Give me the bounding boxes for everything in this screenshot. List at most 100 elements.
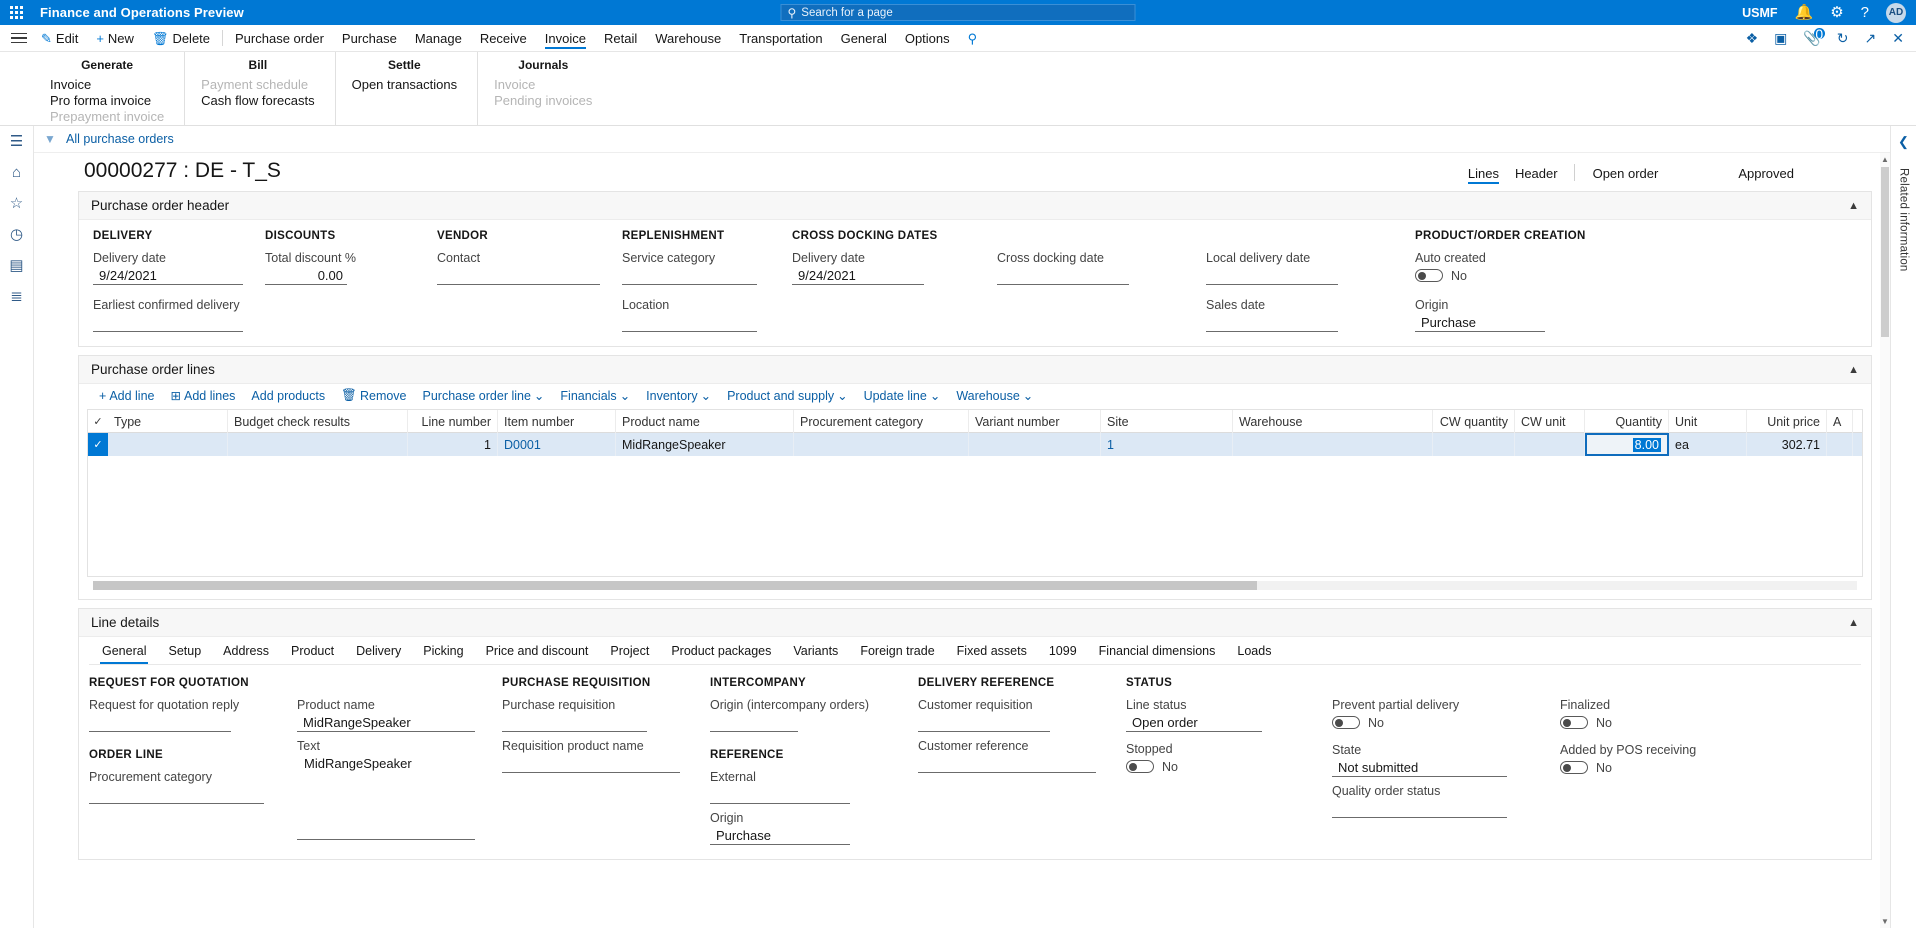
- panel-header[interactable]: Purchase order lines ▲: [79, 356, 1871, 384]
- company-selector[interactable]: USMF: [1742, 6, 1777, 20]
- text-field[interactable]: MidRangeSpeaker: [297, 754, 475, 840]
- column-header-unit-price[interactable]: Unit price: [1747, 410, 1827, 433]
- service-category-field[interactable]: [622, 266, 757, 285]
- inventory-menu[interactable]: Inventory ⌄: [638, 388, 719, 404]
- column-header-warehouse[interactable]: Warehouse: [1233, 410, 1433, 433]
- scroll-down-icon[interactable]: ▼: [1881, 917, 1889, 926]
- added-by-pos-receiving-toggle[interactable]: No: [1560, 758, 1740, 777]
- global-search-input[interactable]: ⚲ Search for a page: [780, 4, 1136, 21]
- purchase-order-line-menu[interactable]: Purchase order line ⌄: [415, 388, 553, 404]
- column-header-unit[interactable]: Unit: [1669, 410, 1747, 433]
- waffle-icon[interactable]: [10, 6, 28, 19]
- action-generate-pro-forma-invoice[interactable]: Pro forma invoice: [50, 93, 164, 109]
- customer-requisition-field[interactable]: [918, 713, 1050, 732]
- line-origin-field[interactable]: Purchase: [710, 826, 850, 845]
- toggle-switch[interactable]: [1560, 761, 1588, 774]
- stopped-toggle[interactable]: No: [1126, 757, 1312, 776]
- cell-procurement-category[interactable]: [794, 433, 969, 456]
- chevron-up-icon[interactable]: ▲: [1848, 200, 1859, 212]
- product-name-field[interactable]: MidRangeSpeaker: [297, 713, 475, 732]
- add-products-button[interactable]: Add products: [243, 389, 333, 403]
- filter-icon[interactable]: ▼: [34, 132, 66, 146]
- nav-workspaces-icon[interactable]: ▤: [9, 258, 23, 273]
- select-all-checkbox[interactable]: ✓: [88, 410, 108, 432]
- origin-field[interactable]: Purchase: [1415, 313, 1545, 332]
- cross-docking-date-field[interactable]: [997, 266, 1129, 285]
- cell-cw-quantity[interactable]: [1433, 433, 1515, 456]
- customer-reference-field[interactable]: [918, 754, 1096, 773]
- share-icon[interactable]: ❖: [1746, 31, 1759, 45]
- panel-header[interactable]: Line details ▲: [79, 609, 1871, 637]
- request-for-quotation-reply-field[interactable]: [89, 713, 231, 732]
- avatar[interactable]: AD: [1886, 2, 1906, 23]
- contact-field[interactable]: [437, 266, 600, 285]
- finalized-toggle[interactable]: No: [1560, 713, 1740, 732]
- tab-product[interactable]: Product: [280, 641, 345, 664]
- purchase-requisition-field[interactable]: [502, 713, 647, 732]
- update-line-menu[interactable]: Update line ⌄: [856, 388, 949, 404]
- tab-delivery[interactable]: Delivery: [345, 641, 412, 664]
- prevent-partial-delivery-toggle[interactable]: No: [1332, 713, 1540, 732]
- column-header-quantity[interactable]: Quantity: [1585, 410, 1669, 433]
- cell-line-number[interactable]: 1: [408, 433, 498, 456]
- cell-a[interactable]: [1827, 433, 1853, 456]
- procurement-category-field[interactable]: [89, 785, 264, 804]
- nav-home-icon[interactable]: ⌂: [12, 165, 21, 180]
- tab-picking[interactable]: Picking: [412, 641, 474, 664]
- hamburger-menu-icon[interactable]: [6, 32, 32, 44]
- notifications-icon[interactable]: 🔔: [1795, 5, 1814, 20]
- attachments-icon[interactable]: 📎 0: [1803, 27, 1825, 45]
- grid-horizontal-scrollbar[interactable]: [93, 581, 1857, 590]
- add-line-button[interactable]: + Add line: [91, 389, 163, 403]
- tab-invoice[interactable]: Invoice: [536, 25, 595, 52]
- toggle-switch[interactable]: [1415, 269, 1443, 282]
- toggle-switch[interactable]: [1126, 760, 1154, 773]
- tab-address[interactable]: Address: [212, 641, 280, 664]
- column-header-product-name[interactable]: Product name: [616, 410, 794, 433]
- tab-loads[interactable]: Loads: [1226, 641, 1282, 664]
- related-information-rail[interactable]: ❮ Related information: [1890, 126, 1916, 928]
- tab-options[interactable]: Options: [896, 25, 959, 52]
- breadcrumb[interactable]: All purchase orders: [66, 132, 174, 146]
- nav-menu-icon[interactable]: ☰: [10, 134, 23, 149]
- panel-header[interactable]: Purchase order header ▲: [79, 192, 1871, 220]
- purchase-order-lines-grid[interactable]: ✓ Type Budget check results Line number …: [87, 409, 1863, 577]
- nav-recent-icon[interactable]: ◷: [10, 227, 23, 242]
- add-lines-button[interactable]: ⊞ Add lines: [163, 388, 244, 404]
- column-header-a[interactable]: A: [1827, 410, 1853, 433]
- column-header-site[interactable]: Site: [1101, 410, 1233, 433]
- tab-lines[interactable]: Lines: [1460, 166, 1507, 184]
- requisition-product-name-field[interactable]: [502, 754, 680, 773]
- quality-order-status-field[interactable]: [1332, 799, 1507, 818]
- nav-favorites-icon[interactable]: ☆: [10, 196, 23, 211]
- table-row[interactable]: ✓ 1 D0001 MidRangeSpeaker 1 8.00 ea 302.…: [88, 433, 1862, 456]
- tab-financial-dimensions[interactable]: Financial dimensions: [1088, 641, 1227, 664]
- cell-cw-unit[interactable]: [1515, 433, 1585, 456]
- tab-manage[interactable]: Manage: [406, 25, 471, 52]
- origin-intercompany-orders-field[interactable]: [710, 713, 798, 732]
- column-header-procurement-category[interactable]: Procurement category: [794, 410, 969, 433]
- external-field[interactable]: [710, 785, 850, 804]
- column-header-line-number[interactable]: Line number: [408, 410, 498, 433]
- column-header-variant-number[interactable]: Variant number: [969, 410, 1101, 433]
- quantity-input[interactable]: 8.00: [1585, 433, 1669, 456]
- cell-unit[interactable]: ea: [1669, 433, 1747, 456]
- action-generate-invoice[interactable]: Invoice: [50, 77, 164, 93]
- column-header-item-number[interactable]: Item number: [498, 410, 616, 433]
- line-status-field[interactable]: Open order: [1126, 713, 1262, 732]
- auto-created-toggle[interactable]: No: [1415, 266, 1593, 285]
- tab-purchase[interactable]: Purchase: [333, 25, 406, 52]
- page-vertical-scrollbar[interactable]: ▲ ▼: [1880, 153, 1890, 928]
- delivery-date-field[interactable]: 9/24/2021: [93, 266, 243, 285]
- attachment-panel-icon[interactable]: ▣: [1774, 31, 1787, 45]
- new-button[interactable]: + New: [87, 25, 143, 52]
- cell-site[interactable]: 1: [1101, 433, 1233, 456]
- scrollbar-thumb[interactable]: [1881, 167, 1889, 337]
- tab-price-and-discount[interactable]: Price and discount: [475, 641, 600, 664]
- scroll-column[interactable]: Purchase order header ▲ DELIVERY Deliver…: [34, 191, 1890, 928]
- close-icon[interactable]: ✕: [1892, 31, 1904, 45]
- column-header-cw-quantity[interactable]: CW quantity: [1433, 410, 1515, 433]
- cell-item-number[interactable]: D0001: [498, 433, 616, 456]
- delete-button[interactable]: 🗑 Delete: [143, 25, 219, 52]
- tab-fixed-assets[interactable]: Fixed assets: [946, 641, 1038, 664]
